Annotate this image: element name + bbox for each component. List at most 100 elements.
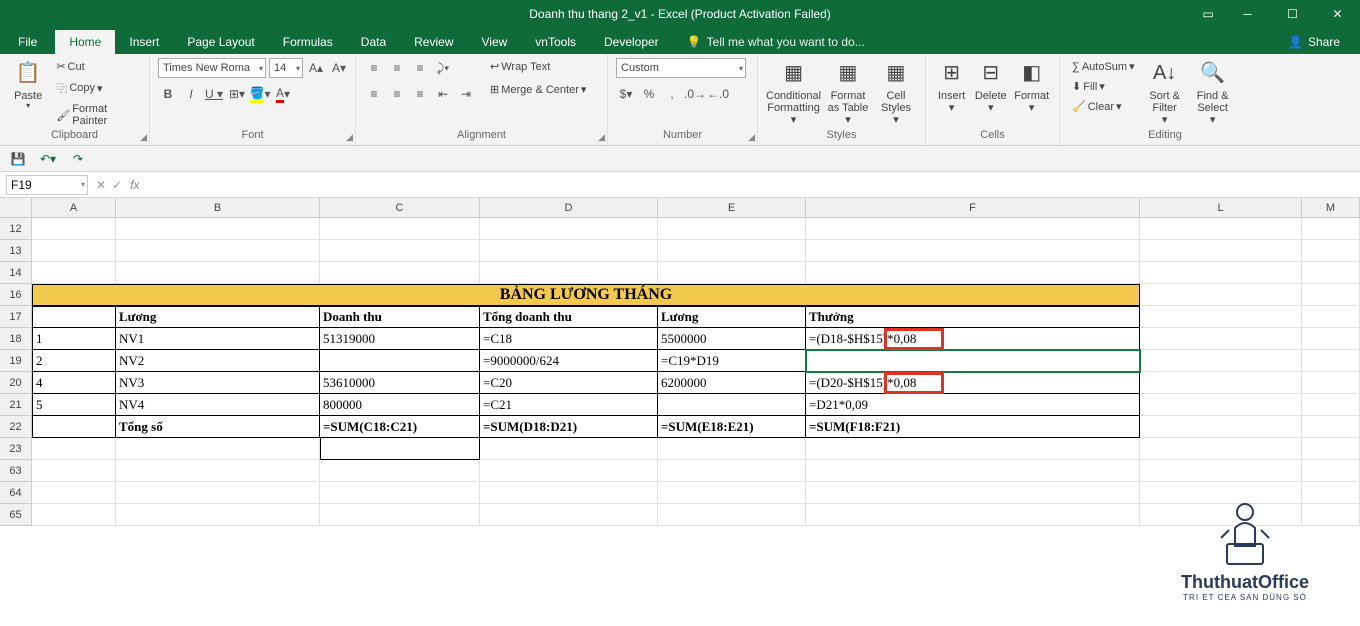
cell[interactable]: =(D20-$H$15)*0,08 [806,372,1140,394]
cell[interactable] [658,240,806,262]
cell[interactable]: NV1 [116,328,320,350]
format-painter-button[interactable]: 🖌Format Painter [52,101,141,129]
row-header-21[interactable]: 21 [0,394,32,416]
comma-button[interactable]: , [662,84,682,104]
fill-button[interactable]: ⬇Fill ▾ [1068,78,1139,95]
accounting-format-button[interactable]: $▾ [616,84,636,104]
grow-font-button[interactable]: A▴ [306,58,326,78]
bold-button[interactable]: B [158,84,178,104]
row-header-19[interactable]: 19 [0,350,32,372]
shrink-font-button[interactable]: A▾ [329,58,349,78]
alignment-launcher[interactable]: ◢ [598,132,605,143]
row-header-14[interactable]: 14 [0,262,32,284]
cell[interactable] [320,482,480,504]
paste-button[interactable]: 📋 Paste▾ [8,58,48,111]
row-header-23[interactable]: 23 [0,438,32,460]
cell[interactable]: =(D18-$H$15)*0,08 [806,328,1140,350]
cell[interactable] [1140,240,1302,262]
increase-decimal-button[interactable]: .0→ [685,84,705,104]
orientation-button[interactable]: ⤸▾ [433,58,453,78]
cell[interactable] [116,438,320,460]
tab-insert[interactable]: Insert [115,30,173,54]
number-launcher[interactable]: ◢ [748,132,755,143]
row-header-63[interactable]: 63 [0,460,32,482]
align-bottom-button[interactable]: ≡ [410,58,430,78]
redo-button[interactable]: ↷ [68,149,88,169]
row-header-16[interactable]: 16 [0,284,32,306]
fx-icon[interactable]: fx [130,178,139,192]
cell[interactable] [32,416,116,438]
cell[interactable]: NV2 [116,350,320,372]
cell[interactable]: Doanh thu [320,306,480,328]
find-select-button[interactable]: 🔍Find & Select▾ [1191,58,1235,126]
cell[interactable] [116,240,320,262]
clear-button[interactable]: 🧹Clear ▾ [1068,98,1139,115]
font-color-button[interactable]: A▾ [273,84,293,104]
cell[interactable] [1302,262,1360,284]
cell[interactable] [480,262,658,284]
cell[interactable] [1302,416,1360,438]
cell[interactable] [32,240,116,262]
align-left-button[interactable]: ≡ [364,84,384,104]
tab-data[interactable]: Data [347,30,400,54]
cell[interactable] [32,218,116,240]
col-header-B[interactable]: B [116,198,320,218]
cell[interactable]: =SUM(D18:D21) [480,416,658,438]
cell[interactable]: 1 [32,328,116,350]
cell[interactable] [806,240,1140,262]
delete-cells-button[interactable]: ⊟Delete▾ [973,58,1008,114]
cell[interactable] [320,438,480,460]
cell[interactable] [1302,372,1360,394]
cell[interactable] [32,482,116,504]
format-cells-button[interactable]: ◧Format▾ [1012,58,1051,114]
clipboard-launcher[interactable]: ◢ [140,132,147,143]
tab-page-layout[interactable]: Page Layout [173,30,268,54]
cell[interactable] [1302,284,1360,306]
cell[interactable] [32,460,116,482]
cell[interactable]: =C18 [480,328,658,350]
row-header-13[interactable]: 13 [0,240,32,262]
tab-vntools[interactable]: vnTools [521,30,590,54]
cell[interactable] [806,504,1140,526]
cell[interactable]: BẢNG LƯƠNG THÁNG [32,284,1140,306]
cell[interactable] [480,438,658,460]
active-cell[interactable] [806,350,1140,372]
row-header-17[interactable]: 17 [0,306,32,328]
cell[interactable]: 5 [32,394,116,416]
col-header-L[interactable]: L [1140,198,1302,218]
cell[interactable] [116,460,320,482]
cell[interactable] [658,460,806,482]
cell[interactable] [806,438,1140,460]
cell[interactable] [480,240,658,262]
sort-filter-button[interactable]: A↓Sort & Filter▾ [1143,58,1187,126]
col-header-E[interactable]: E [658,198,806,218]
cell[interactable]: =SUM(F18:F21) [806,416,1140,438]
select-all-corner[interactable] [0,198,32,218]
cell[interactable] [1140,394,1302,416]
col-header-M[interactable]: M [1302,198,1360,218]
maximize-button[interactable]: ☐ [1270,0,1315,28]
undo-button[interactable]: ↶▾ [38,149,58,169]
cell[interactable]: NV4 [116,394,320,416]
cell[interactable] [1302,328,1360,350]
cell[interactable] [480,218,658,240]
minimize-button[interactable]: ─ [1225,0,1270,28]
cell[interactable] [116,482,320,504]
autosum-button[interactable]: ∑AutoSum ▾ [1068,58,1139,75]
row-header-18[interactable]: 18 [0,328,32,350]
cell[interactable]: Lương [116,306,320,328]
cell[interactable] [658,394,806,416]
cell[interactable]: 4 [32,372,116,394]
cell[interactable] [1140,372,1302,394]
cell[interactable] [116,504,320,526]
cell[interactable]: =C19*D19 [658,350,806,372]
cell[interactable] [806,460,1140,482]
cell-styles-button[interactable]: ▦Cell Styles▾ [875,58,917,126]
cell[interactable] [658,262,806,284]
cell[interactable]: 5500000 [658,328,806,350]
tab-view[interactable]: View [468,30,522,54]
row-header-64[interactable]: 64 [0,482,32,504]
align-center-button[interactable]: ≡ [387,84,407,104]
share-button[interactable]: 👤Share [1278,30,1350,54]
cell[interactable] [1302,460,1360,482]
